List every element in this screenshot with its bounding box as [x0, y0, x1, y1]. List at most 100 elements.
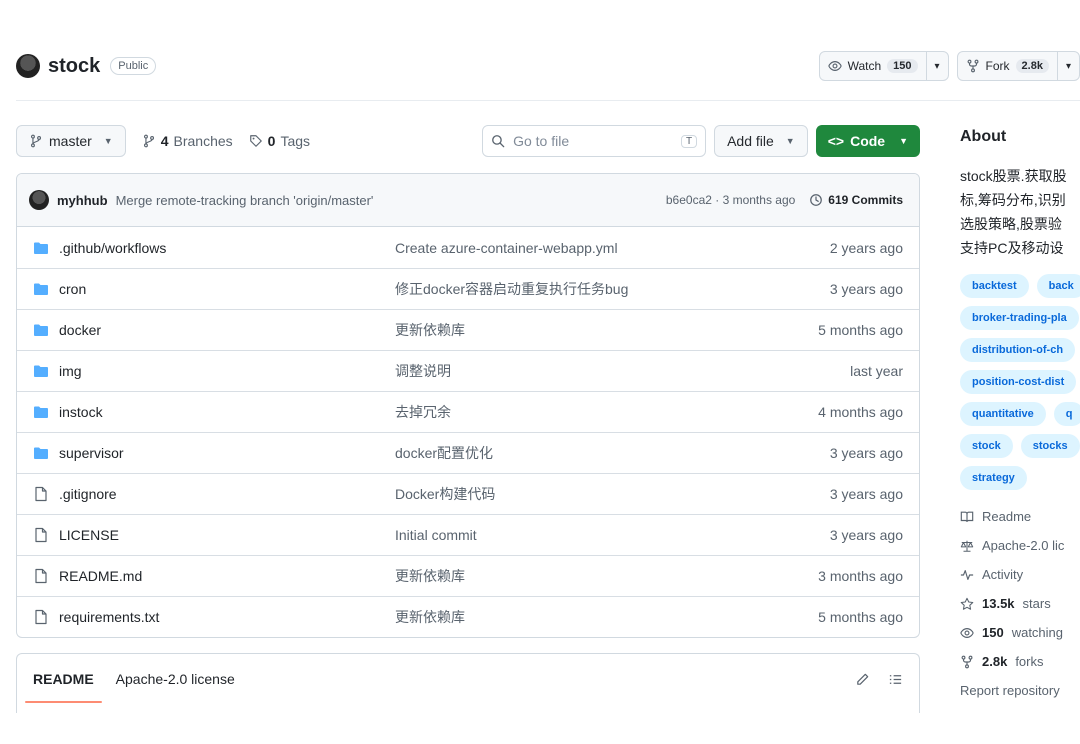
report-repository-link[interactable]: Report repository	[960, 676, 1080, 705]
outline-list-icon[interactable]	[888, 672, 903, 687]
file-row[interactable]: requirements.txt 更新依赖库 5 months ago	[17, 596, 919, 637]
repo-name-link[interactable]: stock	[48, 55, 100, 78]
file-row[interactable]: .github/workflows Create azure-container-…	[17, 227, 919, 268]
watch-button[interactable]: Watch 150	[820, 52, 926, 80]
topic-tag[interactable]: stock	[960, 434, 1013, 458]
file-row[interactable]: img 调整说明 last year	[17, 350, 919, 391]
commit-author[interactable]: myhhub	[57, 193, 108, 208]
file-name[interactable]: supervisor	[59, 445, 395, 461]
file-row[interactable]: .gitignore Docker构建代码 3 years ago	[17, 473, 919, 514]
file-name[interactable]: instock	[59, 404, 395, 420]
file-row[interactable]: supervisor docker配置优化 3 years ago	[17, 432, 919, 473]
stars-link[interactable]: 13.5k stars	[960, 589, 1080, 618]
file-commit-message[interactable]: 更新依赖库	[395, 566, 818, 586]
add-file-label: Add file	[727, 133, 774, 149]
watching-label: watching	[1011, 625, 1064, 640]
readme-panel: README Apache-2.0 license	[16, 653, 920, 713]
file-commit-date: 3 months ago	[818, 568, 903, 584]
file-commit-date: 5 months ago	[818, 609, 903, 625]
go-to-file-input[interactable]: Go to file T	[482, 125, 707, 157]
fork-button[interactable]: Fork 2.8k	[958, 52, 1057, 80]
pulse-icon	[960, 569, 974, 580]
file-commit-message[interactable]: docker配置优化	[395, 443, 830, 463]
topic-tag[interactable]: broker-trading-pla	[960, 306, 1079, 330]
activity-link[interactable]: Activity	[960, 560, 1080, 589]
file-name[interactable]: README.md	[59, 568, 395, 584]
book-icon	[960, 511, 974, 522]
github-repo-page: stock Public Watch 150 ▾ Fork 2.8k ▾ mas…	[0, 0, 1080, 744]
fork-icon	[961, 655, 973, 668]
file-commit-message[interactable]: 去掉冗余	[395, 402, 818, 422]
branch-name: master	[49, 133, 92, 149]
watching-link[interactable]: 150 watching	[960, 618, 1080, 647]
fork-dropdown-chevron-icon[interactable]: ▾	[1056, 52, 1079, 80]
watch-dropdown-chevron-icon[interactable]: ▾	[925, 52, 948, 80]
file-list: .github/workflows Create azure-container-…	[17, 227, 919, 637]
folder-icon	[33, 281, 49, 297]
topic-tag[interactable]: back	[1036, 274, 1080, 298]
folder-icon	[33, 445, 49, 461]
folder-icon	[33, 363, 49, 379]
owner-avatar[interactable]	[16, 54, 40, 78]
file-name[interactable]: .github/workflows	[59, 240, 395, 256]
forks-link[interactable]: 2.8k forks	[960, 647, 1080, 676]
file-commit-message[interactable]: 调整说明	[395, 361, 850, 381]
file-icon	[33, 486, 49, 502]
file-commit-message[interactable]: 更新依赖库	[395, 607, 818, 627]
about-description: stock股票.获取股 标,筹码分布,识别 选股策略,股票验 支持PC及移动设	[960, 164, 1080, 260]
file-icon	[33, 568, 49, 584]
file-row[interactable]: docker 更新依赖库 5 months ago	[17, 309, 919, 350]
pencil-icon[interactable]	[855, 672, 870, 687]
header-divider	[16, 100, 1080, 101]
code-label: Code	[850, 133, 886, 149]
topic-tag[interactable]: quantitative	[960, 402, 1046, 426]
topic-tag[interactable]: backtest	[960, 274, 1029, 298]
branch-selector-button[interactable]: master ▼	[16, 125, 126, 157]
law-scale-icon	[960, 540, 974, 552]
topic-tag[interactable]: position-cost-dist	[960, 370, 1077, 394]
file-row[interactable]: LICENSE Initial commit 3 years ago	[17, 514, 919, 555]
topic-tag[interactable]: q	[1053, 402, 1080, 426]
topic-tag[interactable]: distribution-of-ch	[960, 338, 1076, 362]
license-link[interactable]: Apache-2.0 lic	[960, 531, 1080, 560]
tags-link[interactable]: 0 Tags	[249, 133, 310, 149]
commit-author-avatar[interactable]	[29, 190, 49, 210]
commit-hash-time[interactable]: b6e0ca2 · 3 months ago	[666, 193, 795, 207]
code-button[interactable]: <> Code ▼	[815, 125, 920, 157]
commit-message[interactable]: Merge remote-tracking branch 'origin/mas…	[116, 193, 374, 208]
topic-tag[interactable]: stocks	[1020, 434, 1080, 458]
file-commit-message[interactable]: 修正docker容器启动重复执行任务bug	[395, 279, 830, 299]
file-row[interactable]: instock 去掉冗余 4 months ago	[17, 391, 919, 432]
topic-tag[interactable]: strategy	[960, 466, 1027, 490]
tab-license[interactable]: Apache-2.0 license	[116, 671, 235, 687]
branches-count: 4	[160, 133, 169, 149]
file-name[interactable]: docker	[59, 322, 395, 338]
branches-label: Branches	[173, 133, 233, 149]
file-name[interactable]: .gitignore	[59, 486, 395, 502]
file-row[interactable]: cron 修正docker容器启动重复执行任务bug 3 years ago	[17, 268, 919, 309]
about-title: About	[960, 128, 1007, 145]
file-name[interactable]: cron	[59, 281, 395, 297]
file-commit-date: 3 years ago	[829, 527, 903, 543]
readme-link[interactable]: Readme	[960, 502, 1080, 531]
folder-icon	[33, 404, 49, 420]
file-commit-message[interactable]: Initial commit	[395, 527, 830, 543]
file-icon	[33, 609, 49, 625]
file-name[interactable]: LICENSE	[59, 527, 395, 543]
branch-icon	[30, 134, 42, 148]
file-commit-message[interactable]: 更新依赖库	[395, 320, 818, 340]
about-description-line: stock股票.获取股	[960, 168, 1067, 184]
file-commit-message[interactable]: Create azure-container-webapp.yml	[395, 240, 830, 256]
commits-link[interactable]: 619 Commits	[809, 193, 903, 207]
file-name[interactable]: requirements.txt	[59, 609, 395, 625]
file-name[interactable]: img	[59, 363, 395, 379]
readme-tabs: README Apache-2.0 license	[17, 654, 919, 704]
eye-icon	[827, 61, 842, 71]
file-commit-date: 5 months ago	[818, 322, 903, 338]
file-row[interactable]: README.md 更新依赖库 3 months ago	[17, 555, 919, 596]
file-browser: myhhub Merge remote-tracking branch 'ori…	[16, 173, 920, 638]
file-commit-message[interactable]: Docker构建代码	[395, 484, 830, 504]
add-file-button[interactable]: Add file ▼	[714, 125, 808, 157]
tab-readme[interactable]: README	[25, 671, 102, 703]
branches-link[interactable]: 4 Branches	[142, 133, 233, 149]
